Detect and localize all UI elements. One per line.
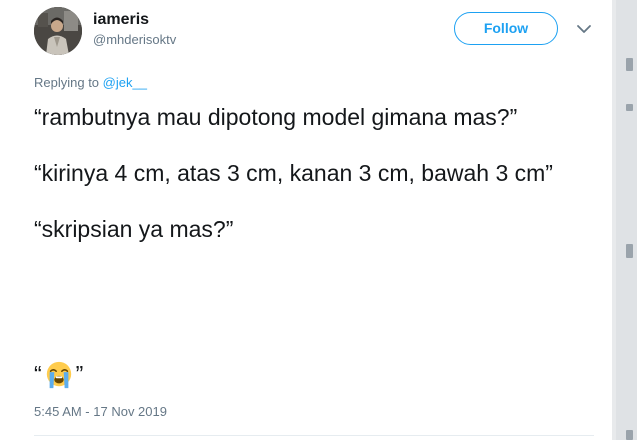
gutter-mark (626, 58, 633, 71)
divider (34, 435, 594, 436)
gutter-mark (626, 244, 633, 258)
emoji-close-quote: ” (75, 361, 84, 387)
tweet-line: “rambutnya mau dipotong model gimana mas… (34, 104, 518, 130)
reply-mention-link[interactable]: @jek__ (103, 75, 147, 90)
loudly-crying-face-icon (46, 361, 71, 389)
gutter-mark (626, 104, 633, 111)
tweet-text: “rambutnya mau dipotong model gimana mas… (34, 101, 600, 269)
tweet-card: iameris @mhderisoktv Follow Replying to … (0, 0, 612, 440)
follow-button[interactable]: Follow (454, 12, 558, 45)
replying-to: Replying to @jek__ (34, 75, 147, 91)
tweet-line: “kirinya 4 cm, atas 3 cm, kanan 3 cm, ba… (34, 160, 553, 186)
author-display-name[interactable]: iameris (93, 10, 149, 30)
tweet-timestamp[interactable]: 5:45 AM - 17 Nov 2019 (34, 404, 167, 420)
gutter-mark (626, 430, 633, 440)
chevron-down-icon[interactable] (576, 23, 592, 35)
tweet-line: “skripsian ya mas?” (34, 216, 234, 242)
avatar[interactable] (34, 7, 82, 55)
emoji-line: “ ” (34, 358, 83, 390)
page-gutter (612, 0, 637, 440)
replying-to-label: Replying to (34, 75, 103, 90)
emoji-open-quote: “ (34, 361, 42, 387)
author-handle[interactable]: @mhderisoktv (93, 32, 176, 48)
avatar-photo-icon (34, 7, 82, 55)
